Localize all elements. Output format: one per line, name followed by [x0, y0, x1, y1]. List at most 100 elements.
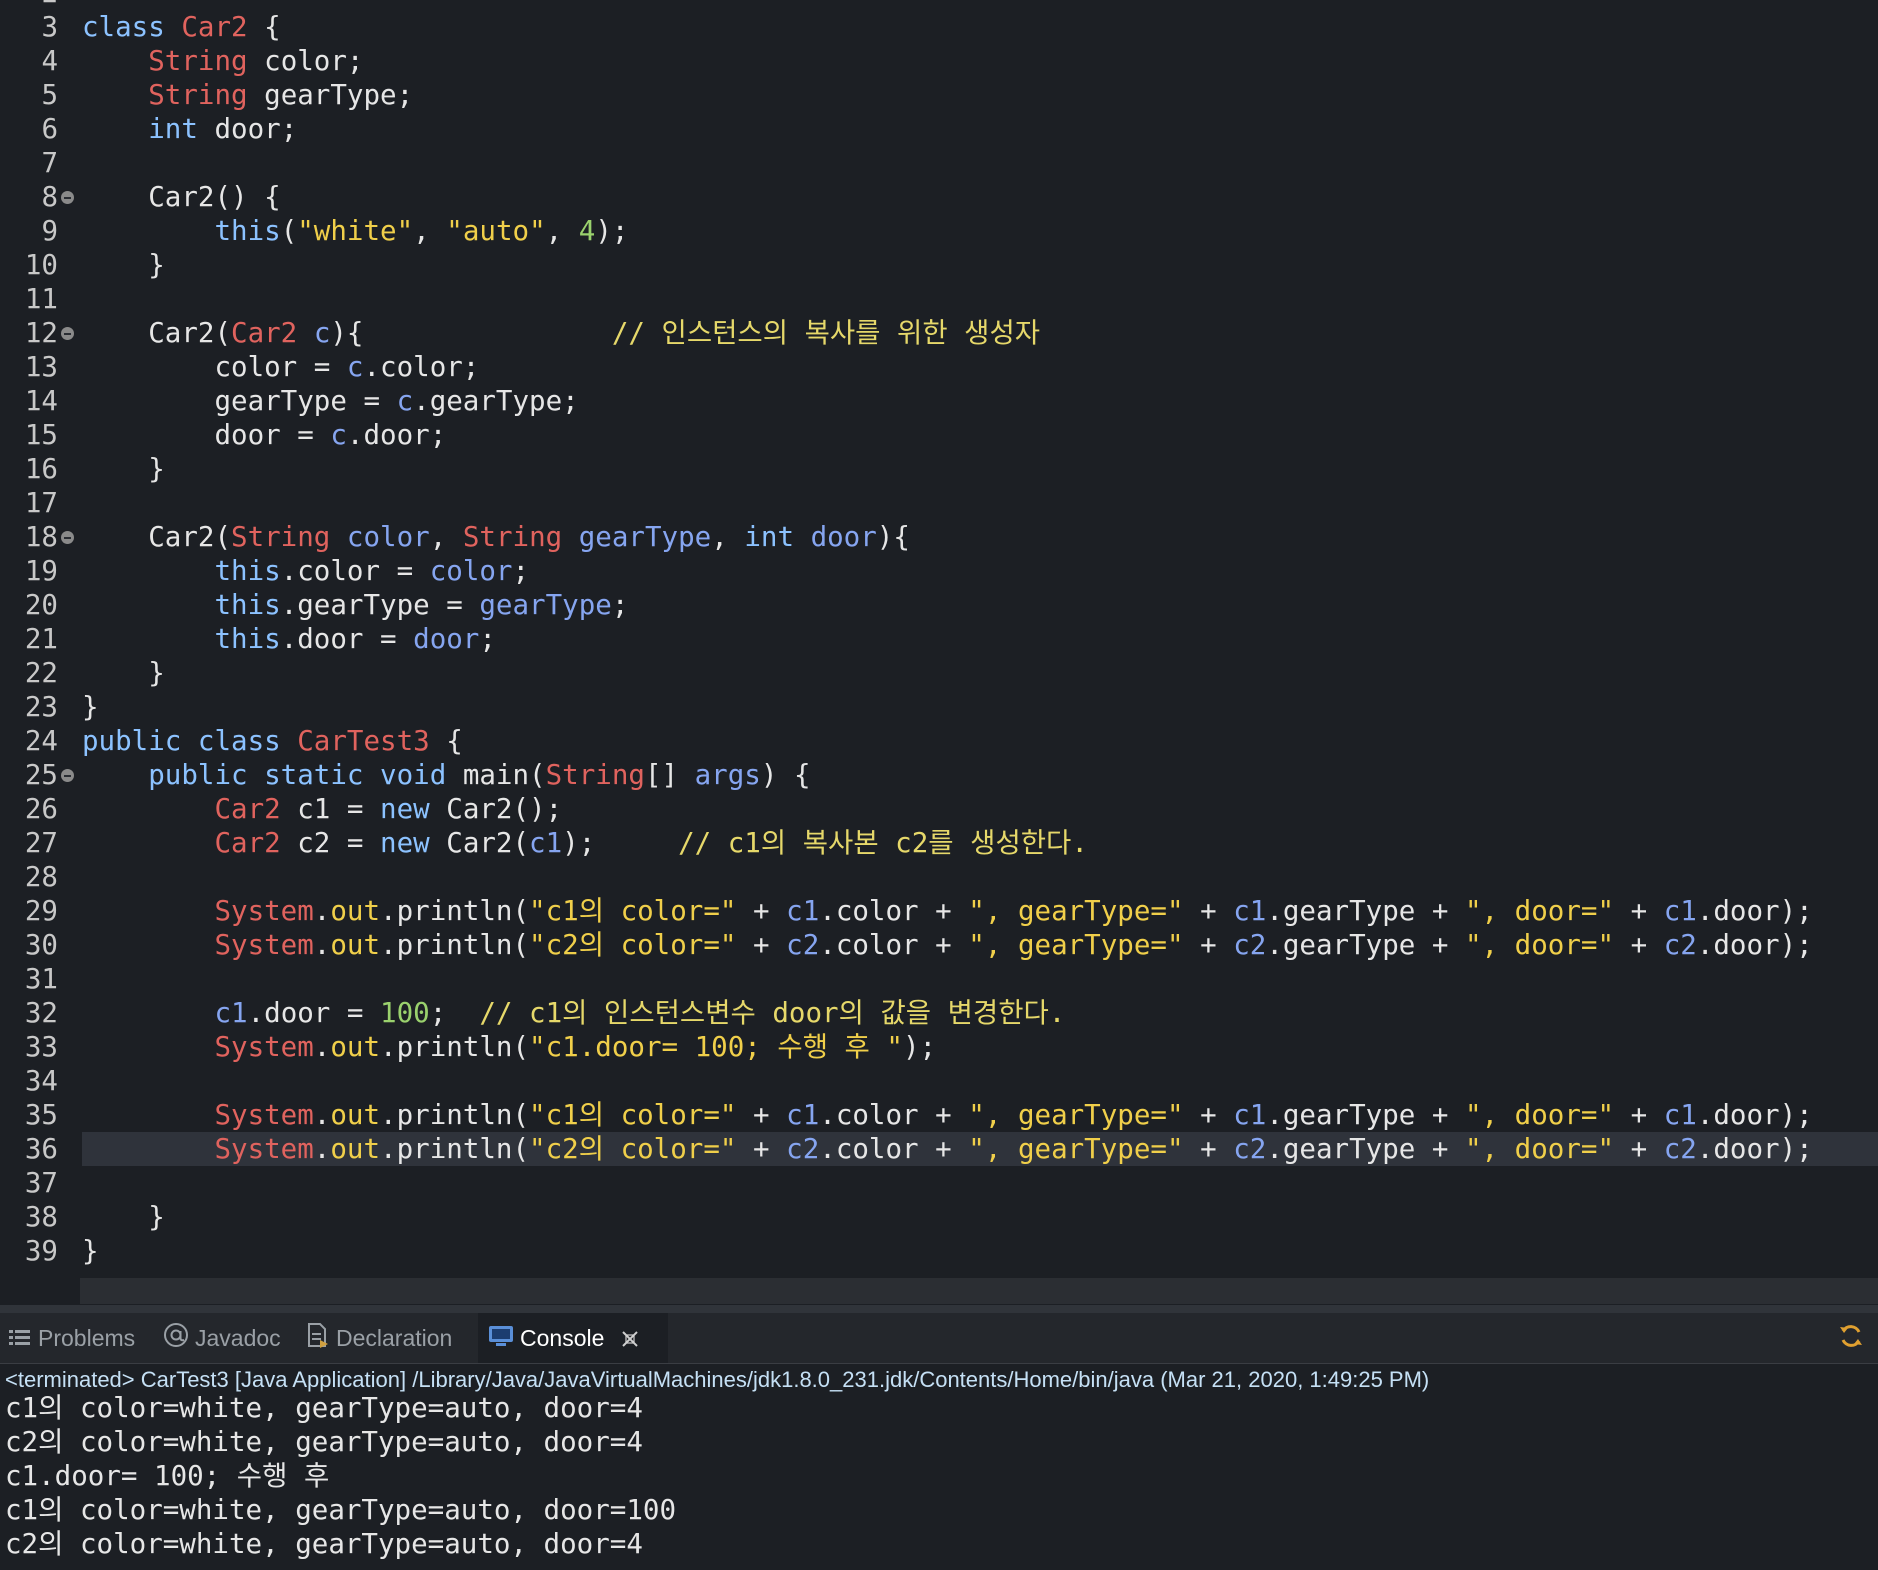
code-token: Car2() {: [82, 181, 281, 213]
code-line[interactable]: 31: [25, 962, 1878, 996]
code-line[interactable]: 22 }: [25, 656, 1878, 690]
fold-collapse-icon[interactable]: [61, 769, 74, 782]
code-token: args: [694, 759, 761, 791]
code-line[interactable]: 26 Car2 c1 = new Car2();: [25, 792, 1878, 826]
line-number: 23: [24, 691, 58, 723]
code-token: gearType: [479, 589, 612, 621]
code-area[interactable]: 23class Car2 {4 String color;5 String ge…: [25, 0, 1878, 1268]
code-token: c1: [1663, 1099, 1697, 1131]
code-text: Car2() {: [82, 181, 281, 213]
code-line[interactable]: 38 }: [25, 1200, 1878, 1234]
tab-javadoc[interactable]: Javadoc: [163, 1313, 298, 1363]
console-output[interactable]: c1의 color=white, gearType=auto, door=4 c2…: [5, 1391, 676, 1561]
code-line[interactable]: 36 System.out.println("c2의 color=" + c2.…: [25, 1132, 1878, 1166]
code-line[interactable]: 35 System.out.println("c1의 color=" + c1.…: [25, 1098, 1878, 1132]
code-line[interactable]: 7: [41, 146, 1878, 180]
code-token: c1: [214, 997, 248, 1029]
close-icon[interactable]: [621, 1315, 639, 1365]
code-line[interactable]: 34: [25, 1064, 1878, 1098]
tab-declaration[interactable]: Declaration: [306, 1313, 476, 1363]
code-line[interactable]: 11: [25, 282, 1878, 316]
tab-declaration-label: Declaration: [336, 1325, 453, 1351]
code-token: .color;: [363, 351, 480, 383]
refresh-icon[interactable]: [1838, 1323, 1864, 1349]
code-token: {: [247, 11, 281, 43]
code-token: ){: [330, 317, 612, 349]
code-line[interactable]: 29 System.out.println("c1의 color=" + c1.…: [25, 894, 1878, 928]
horizontal-scrollbar[interactable]: [80, 1278, 1878, 1304]
line-number: 31: [24, 963, 58, 995]
code-line[interactable]: 23}: [25, 690, 1878, 724]
code-token: new: [380, 793, 430, 825]
code-line[interactable]: 20 this.gearType = gearType;: [25, 588, 1878, 622]
code-line[interactable]: 37: [25, 1166, 1878, 1200]
code-line[interactable]: 3 class Car2 {: [41, 10, 1878, 44]
code-token: ) {: [760, 759, 811, 791]
code-text: System.out.println("c2의 color=" + c2.col…: [82, 929, 1813, 961]
code-token: Car2: [214, 827, 281, 859]
at-icon: [163, 1315, 189, 1365]
code-token: Car2: [231, 317, 298, 349]
code-line[interactable]: 6 int door;: [41, 112, 1878, 146]
line-number: 14: [24, 385, 58, 417]
code-line[interactable]: 39}: [25, 1234, 1878, 1268]
code-token: .color =: [280, 555, 430, 587]
code-token: color: [429, 555, 513, 587]
code-line[interactable]: 17: [25, 486, 1878, 520]
fold-collapse-icon[interactable]: [61, 191, 74, 204]
code-line[interactable]: 27 Car2 c2 = new Car2(c1); // c1의 복사본 c2…: [25, 826, 1878, 860]
code-token: c2: [1663, 929, 1697, 961]
code-token: out: [330, 1099, 381, 1131]
tab-problems[interactable]: Problems: [8, 1313, 148, 1363]
code-token: out: [330, 1133, 381, 1165]
code-token: }: [82, 691, 99, 723]
fold-collapse-icon[interactable]: [61, 327, 74, 340]
code-line[interactable]: 15 door = c.door;: [25, 418, 1878, 452]
panel-divider[interactable]: [0, 1305, 1878, 1313]
code-token: c: [346, 351, 364, 383]
code-token: c1 =: [280, 793, 381, 825]
code-token: int: [148, 113, 198, 145]
code-line[interactable]: 19 this.color = color;: [25, 554, 1878, 588]
code-line[interactable]: 16 }: [25, 452, 1878, 486]
code-token: );: [902, 1031, 937, 1063]
code-line[interactable]: 9 this("white", "auto", 4);: [41, 214, 1878, 248]
code-line[interactable]: 2: [41, 0, 1878, 10]
code-line[interactable]: 18 Car2(String color, String gearType, i…: [25, 520, 1878, 554]
code-token: System: [214, 1099, 314, 1131]
code-line[interactable]: 24 public class CarTest3 {: [25, 724, 1878, 758]
code-token: c: [313, 317, 331, 349]
code-token: .println(: [380, 1031, 530, 1063]
code-token: System: [214, 895, 314, 927]
code-line[interactable]: 13 color = c.color;: [25, 350, 1878, 384]
code-line[interactable]: 12 Car2(Car2 c){ // 인스턴스의 복사를 위한 생성자: [25, 316, 1878, 350]
code-text: class Car2 {: [82, 11, 281, 43]
code-line[interactable]: 32 c1.door = 100; // c1의 인스턴스변수 door의 값을…: [25, 996, 1878, 1030]
line-number: 7: [41, 147, 58, 179]
code-token: c2: [1233, 1133, 1267, 1165]
code-line[interactable]: 30 System.out.println("c2의 color=" + c2.…: [25, 928, 1878, 962]
code-line[interactable]: 33 System.out.println("c1.door= 100; 수행 …: [25, 1030, 1878, 1064]
code-line[interactable]: 4 String color;: [41, 44, 1878, 78]
code-token: .color +: [819, 895, 969, 927]
code-line[interactable]: 8 Car2() {: [41, 180, 1878, 214]
fold-collapse-icon[interactable]: [61, 531, 74, 544]
code-line[interactable]: 28: [25, 860, 1878, 894]
code-line[interactable]: 14 gearType = c.gearType;: [25, 384, 1878, 418]
code-token: .door);: [1696, 929, 1813, 961]
code-line[interactable]: 10 }: [25, 248, 1878, 282]
code-token: .door =: [247, 997, 381, 1029]
code-line[interactable]: 25 public static void main(String[] args…: [25, 758, 1878, 792]
tab-console[interactable]: Console: [478, 1313, 668, 1363]
code-token: "c1의 color=": [529, 1099, 737, 1131]
code-editor[interactable]: 23class Car2 {4 String color;5 String ge…: [0, 0, 1878, 1305]
code-line[interactable]: 21 this.door = door;: [25, 622, 1878, 656]
code-token: String: [231, 521, 331, 553]
code-line[interactable]: 5 String gearType;: [41, 78, 1878, 112]
code-token: +: [736, 929, 787, 961]
code-token: c2: [1663, 1133, 1697, 1165]
